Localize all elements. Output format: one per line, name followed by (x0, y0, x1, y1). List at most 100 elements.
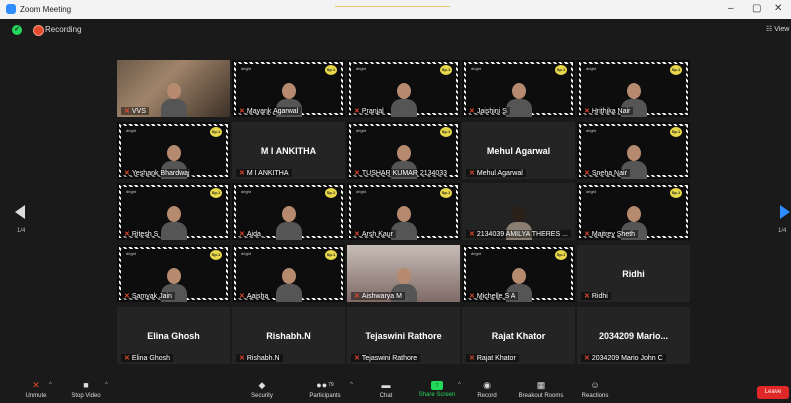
participant-tile[interactable]: dright Sp.1 ✕ Aida (232, 183, 345, 240)
reactions-button[interactable]: ☺ Reactions (578, 379, 612, 399)
share-screen-button[interactable]: ↑ Share Screen (414, 379, 460, 398)
audio-options-caret[interactable]: ^ (49, 382, 52, 388)
participant-tile[interactable]: dright Sp.1 ✕ Yeshank Bhardwaj (117, 122, 230, 179)
participant-tile[interactable]: dright Sp.1 ✕ Maitrey Sheth (577, 183, 690, 240)
next-page-arrow-icon[interactable] (780, 205, 790, 219)
head-shape (396, 268, 411, 284)
participants-caret[interactable]: ^ (350, 382, 353, 388)
security-button[interactable]: ◆ Security (246, 379, 278, 399)
participant-tile[interactable]: dright Sp.1 ✕ Aaisha (232, 245, 345, 302)
chat-bubble-icon: ▬ (381, 380, 391, 390)
participant-name-label: ✕ TUSHAR KUMAR 2134033 (351, 169, 451, 177)
body-shape (275, 222, 302, 240)
participant-name: M I ANKITHA (246, 170, 289, 177)
head-shape (511, 83, 526, 99)
record-icon: ◉ (483, 380, 491, 390)
head-shape (166, 83, 181, 99)
participant-name-label: ✕ Maitrey Sheth (581, 230, 639, 238)
participant-name: Ritesh S (131, 231, 159, 238)
shield-icon: ◆ (258, 380, 266, 390)
shield-icon[interactable]: ✓ (12, 25, 22, 35)
participant-name-label: ✕ Ridhi (581, 292, 611, 300)
maximize-button[interactable]: ▢ (752, 3, 761, 14)
titlebar-accent (335, 6, 450, 7)
mic-muted-icon: ✕ (584, 231, 590, 238)
participant-tile[interactable]: dright Sp.1 ✕ Arsh Kaur (347, 183, 460, 240)
participant-name: Aaisha (246, 293, 269, 300)
participant-tile[interactable]: dright Sp.1 ✕ Mayank Agarwal (232, 60, 345, 117)
participant-tile[interactable]: Rishabh.N ✕ Rishabh.N (232, 307, 345, 364)
video-options-caret[interactable]: ^ (105, 382, 108, 388)
participant-name-label: ✕ Arsh Kaur (351, 230, 396, 238)
participant-tile[interactable]: dright Sp.1 ✕ TUSHAR KUMAR 2134033 (347, 122, 460, 179)
unmute-button[interactable]: ✕ Unmute (20, 379, 52, 399)
participant-tile[interactable]: dright Sp.1 ✕ Sneha Nair (577, 122, 690, 179)
close-button[interactable]: ✕ (774, 3, 782, 14)
share-options-caret[interactable]: ^ (458, 382, 461, 388)
background-badge: Sp.1 (325, 188, 337, 198)
head-shape (396, 206, 411, 222)
recording-label[interactable]: Recording (45, 25, 81, 34)
head-shape (281, 83, 296, 99)
participant-name: 2034209 Mario John C (591, 355, 663, 362)
background-badge: Sp.1 (210, 250, 222, 260)
participant-name-label: ✕ Michelle S A (466, 292, 519, 300)
participant-tile[interactable]: Ridhi ✕ Ridhi (577, 245, 690, 302)
participant-tile[interactable]: dright Sp.1 ✕ Jaishini S (462, 60, 575, 117)
participant-tile[interactable]: Tejaswini Rathore ✕ Tejaswini Rathore (347, 307, 460, 364)
participants-button[interactable]: ●●79 Participants (302, 379, 348, 399)
participant-tile[interactable]: dright Sp.1 ✕ Pranjal (347, 60, 460, 117)
background-badge: Sp.1 (440, 188, 452, 198)
participant-name: Rishabh.N (246, 355, 280, 362)
participant-tile[interactable]: ✕ VVS (117, 60, 230, 117)
background-badge: Sp.1 (670, 127, 682, 137)
background-badge: Sp.1 (440, 65, 452, 75)
participant-tile[interactable]: dright Sp.1 ✕ Samyak Jain (117, 245, 230, 302)
participant-name-label: ✕ Sneha Nair (581, 169, 630, 177)
background-badge: Sp.1 (325, 250, 337, 260)
background-watermark-text: dright (241, 189, 252, 194)
background-badge: Sp.1 (440, 127, 452, 137)
head-shape (511, 206, 526, 222)
participant-name-label: ✕ Rajat Khator (466, 354, 519, 362)
participant-name-label: ✕ M I ANKITHA (236, 169, 292, 177)
background-watermark-text: dright (356, 189, 367, 194)
mic-muted-icon: ✕ (354, 293, 360, 300)
participant-name-label: ✕ Ritesh S (121, 230, 162, 238)
mic-muted-icon: ✕ (584, 293, 590, 300)
participant-tile[interactable]: ✕ Aishwarya M (347, 245, 460, 302)
participant-tile[interactable]: 2034209 Mario... ✕ 2034209 Mario John C (577, 307, 690, 364)
mic-muted-icon: ✕ (124, 108, 130, 115)
participant-tile[interactable]: Elina Ghosh ✕ Elina Ghosh (117, 307, 230, 364)
view-button[interactable]: ☷ View (766, 25, 789, 33)
participant-name: 2134039 AMILYA THERES ... (476, 231, 568, 238)
minimize-button[interactable]: – (728, 3, 734, 14)
participant-tile[interactable]: dright Sp.1 ✕ Hrithika Nair (577, 60, 690, 117)
participant-tile[interactable]: dright Sp.1 ✕ Ritesh S (117, 183, 230, 240)
participant-tile[interactable]: Mehul Agarwal ✕ Mehul Agarwal (462, 122, 575, 179)
body-shape (160, 99, 187, 117)
participant-name: Mayank Agarwal (246, 108, 299, 115)
leave-button[interactable]: Leave (757, 386, 789, 399)
background-watermark-text: dright (356, 128, 367, 133)
participant-name-label: ✕ Jaishini S (466, 107, 510, 115)
participant-name-label: ✕ Mehul Agarwal (466, 169, 526, 177)
background-watermark-text: dright (356, 66, 367, 71)
participant-video-silhouette (390, 75, 417, 117)
people-icon: ●●79 (316, 380, 334, 390)
record-button[interactable]: ◉ Record (474, 379, 500, 399)
background-badge: Sp.1 (670, 65, 682, 75)
breakout-rooms-button[interactable]: ▦ Breakout Rooms (514, 379, 568, 399)
participant-name-label: ✕ Samyak Jain (121, 292, 175, 300)
participant-tile[interactable]: ✕ 2134039 AMILYA THERES ... (462, 183, 575, 240)
participant-name-label: ✕ Yeshank Bhardwaj (121, 169, 193, 177)
participant-tile[interactable]: Rajat Khator ✕ Rajat Khator (462, 307, 575, 364)
participant-tile[interactable]: dright Sp.1 ✕ Michelle S A (462, 245, 575, 302)
participant-name: VVS (131, 108, 146, 115)
participant-tile[interactable]: M I ANKITHA ✕ M I ANKITHA (232, 122, 345, 179)
chat-button[interactable]: ▬ Chat (374, 379, 398, 399)
stop-video-button[interactable]: ■ Stop Video (66, 379, 106, 399)
prev-page-arrow-icon[interactable] (15, 205, 25, 219)
mic-muted-icon: ✕ (469, 231, 475, 238)
participant-name: Sneha Nair (591, 170, 627, 177)
